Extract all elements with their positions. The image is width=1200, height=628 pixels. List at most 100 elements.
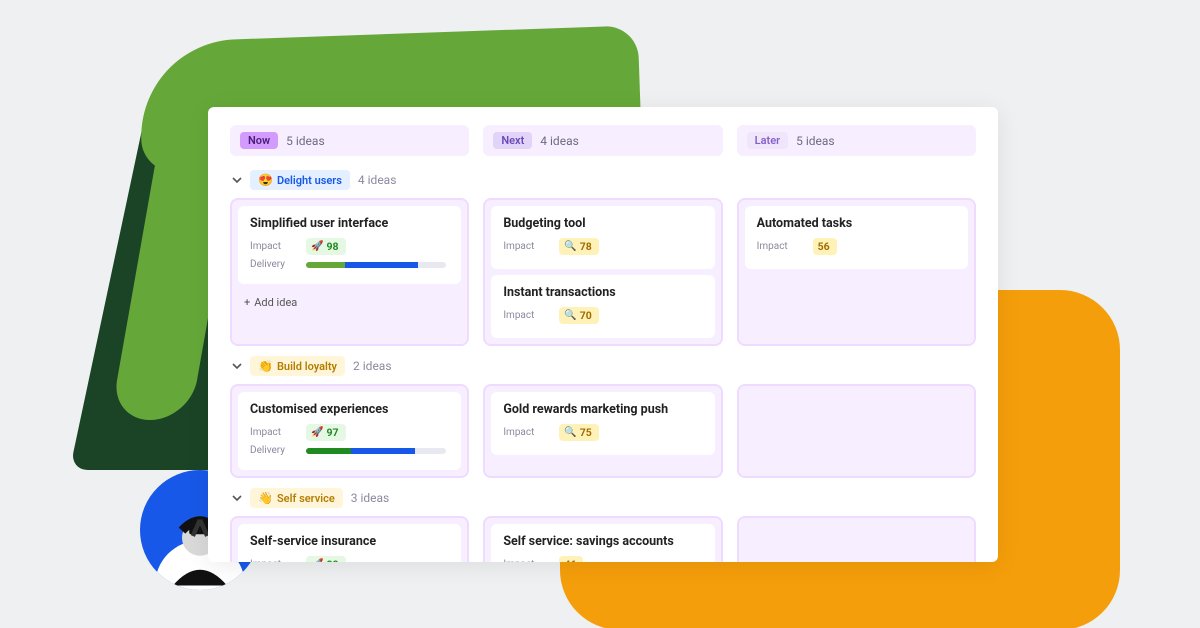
card-title: Self service: savings accounts bbox=[503, 534, 702, 549]
impact-row: Impact 🔍 78 bbox=[503, 238, 702, 255]
column-header-next[interactable]: Next 4 ideas bbox=[483, 125, 722, 156]
score-icon: 🚀 bbox=[311, 241, 323, 252]
score-value: 97 bbox=[326, 426, 338, 439]
column-header-later[interactable]: Later 5 ideas bbox=[737, 125, 976, 156]
group-cards-row: Self-service insurance Impact 🚀 80 al Se… bbox=[230, 516, 976, 562]
impact-label: Impact bbox=[503, 310, 545, 321]
score-value: 78 bbox=[580, 240, 592, 253]
group-name: Self service bbox=[277, 492, 335, 505]
impact-score: 🔍 70 bbox=[559, 307, 599, 324]
impact-score: 🚀 97 bbox=[306, 424, 346, 441]
column-header-now[interactable]: Now 5 ideas bbox=[230, 125, 469, 156]
group-badge: 😍 Delight users bbox=[250, 170, 350, 190]
idea-card[interactable]: Customised experiences Impact 🚀 97 Deliv… bbox=[238, 392, 461, 470]
score-value: 56 bbox=[818, 240, 830, 253]
column-cell[interactable]: Simplified user interface Impact 🚀 98 De… bbox=[230, 198, 469, 346]
group-emoji-icon: 👋 bbox=[258, 491, 273, 505]
delivery-bar bbox=[306, 448, 446, 454]
impact-row: Impact 🔍 75 bbox=[503, 424, 702, 441]
idea-card[interactable]: Gold rewards marketing push Impact 🔍 75 bbox=[491, 392, 714, 455]
score-value: 80 bbox=[326, 558, 338, 562]
group-badge: 👋 Self service bbox=[250, 488, 343, 508]
score-icon: 🔍 bbox=[564, 310, 576, 321]
column-cell[interactable]: Self-service insurance Impact 🚀 80 al bbox=[230, 516, 469, 562]
group-name: Delight users bbox=[277, 174, 342, 187]
column-cell[interactable]: Gold rewards marketing push Impact 🔍 75 bbox=[483, 384, 722, 478]
card-title: Customised experiences bbox=[250, 402, 449, 417]
idea-card[interactable]: Budgeting tool Impact 🔍 78 bbox=[491, 206, 714, 269]
group-header[interactable]: 👏 Build loyalty 2 ideas bbox=[232, 356, 976, 376]
delivery-row: Delivery bbox=[250, 259, 449, 270]
group-name: Build loyalty bbox=[277, 360, 337, 373]
impact-label: Impact bbox=[757, 241, 799, 252]
score-value: 75 bbox=[580, 426, 592, 439]
column-headers: Now 5 ideas Next 4 ideas Later 5 ideas bbox=[230, 125, 976, 156]
impact-row: Impact 46 bbox=[503, 556, 702, 562]
group-badge: 👏 Build loyalty bbox=[250, 356, 345, 376]
delivery-row: Delivery bbox=[250, 445, 449, 456]
impact-row: Impact 🚀 98 bbox=[250, 238, 449, 255]
column-count: 5 ideas bbox=[796, 134, 835, 148]
impact-row: Impact 56 bbox=[757, 238, 956, 255]
score-value: 70 bbox=[580, 309, 592, 322]
impact-row: Impact 🚀 97 bbox=[250, 424, 449, 441]
column-cell[interactable]: Automated tasks Impact 56 bbox=[737, 198, 976, 346]
delivery-bar bbox=[306, 262, 446, 268]
column-tag: Later bbox=[747, 132, 788, 149]
chevron-down-icon bbox=[232, 175, 242, 185]
impact-score: 46 bbox=[559, 556, 583, 562]
add-idea-label: Add idea bbox=[254, 296, 297, 309]
idea-card[interactable]: Self service: savings accounts Impact 46 bbox=[491, 524, 714, 562]
card-title: Automated tasks bbox=[757, 216, 956, 231]
impact-label: Impact bbox=[503, 559, 545, 562]
group-header[interactable]: 😍 Delight users 4 ideas bbox=[232, 170, 976, 190]
plus-icon: + bbox=[244, 296, 250, 309]
group-emoji-icon: 👏 bbox=[258, 359, 273, 373]
card-title: Self-service insurance bbox=[250, 534, 449, 549]
idea-card[interactable]: Simplified user interface Impact 🚀 98 De… bbox=[238, 206, 461, 284]
add-idea-button[interactable]: + Add idea bbox=[238, 290, 461, 311]
group-count: 3 ideas bbox=[351, 491, 390, 505]
group-header[interactable]: 👋 Self service 3 ideas bbox=[232, 488, 976, 508]
column-cell[interactable]: Budgeting tool Impact 🔍 78 Instant trans… bbox=[483, 198, 722, 346]
score-value: 98 bbox=[326, 240, 338, 253]
group-emoji-icon: 😍 bbox=[258, 173, 273, 187]
delivery-label: Delivery bbox=[250, 259, 292, 270]
impact-score: 🚀 98 bbox=[306, 238, 346, 255]
score-icon: 🚀 bbox=[311, 559, 323, 562]
impact-label: Impact bbox=[503, 427, 545, 438]
idea-card[interactable]: Self-service insurance Impact 🚀 80 al bbox=[238, 524, 461, 562]
column-cell[interactable] bbox=[737, 516, 976, 562]
column-tag: Next bbox=[493, 132, 532, 149]
group-cards-row: Customised experiences Impact 🚀 97 Deliv… bbox=[230, 384, 976, 478]
impact-label: Impact bbox=[503, 241, 545, 252]
idea-card[interactable]: Automated tasks Impact 56 bbox=[745, 206, 968, 269]
roadmap-board: Now 5 ideas Next 4 ideas Later 5 ideas 😍… bbox=[208, 107, 998, 562]
column-count: 4 ideas bbox=[540, 134, 579, 148]
column-cell[interactable]: Self service: savings accounts Impact 46 bbox=[483, 516, 722, 562]
impact-score: 🔍 75 bbox=[559, 424, 599, 441]
score-value: 46 bbox=[564, 558, 576, 562]
impact-row: Impact 🔍 70 bbox=[503, 307, 702, 324]
card-title: Gold rewards marketing push bbox=[503, 402, 702, 417]
column-cell[interactable]: Customised experiences Impact 🚀 97 Deliv… bbox=[230, 384, 469, 478]
impact-row: Impact 🚀 80 bbox=[250, 556, 449, 562]
card-title: Simplified user interface bbox=[250, 216, 449, 231]
impact-score: 56 bbox=[813, 238, 837, 255]
column-count: 5 ideas bbox=[286, 134, 325, 148]
card-title: Instant transactions bbox=[503, 285, 702, 300]
impact-label: Impact bbox=[250, 559, 292, 562]
column-cell[interactable] bbox=[737, 384, 976, 478]
chevron-down-icon bbox=[232, 361, 242, 371]
group-count: 4 ideas bbox=[358, 173, 397, 187]
delivery-label: Delivery bbox=[250, 445, 292, 456]
card-title: Budgeting tool bbox=[503, 216, 702, 231]
score-icon: 🚀 bbox=[311, 427, 323, 438]
score-icon: 🔍 bbox=[564, 427, 576, 438]
group-cards-row: Simplified user interface Impact 🚀 98 De… bbox=[230, 198, 976, 346]
column-tag: Now bbox=[240, 132, 278, 149]
group-count: 2 ideas bbox=[353, 359, 392, 373]
impact-label: Impact bbox=[250, 241, 292, 252]
impact-score: 🔍 78 bbox=[559, 238, 599, 255]
idea-card[interactable]: Instant transactions Impact 🔍 70 bbox=[491, 275, 714, 338]
